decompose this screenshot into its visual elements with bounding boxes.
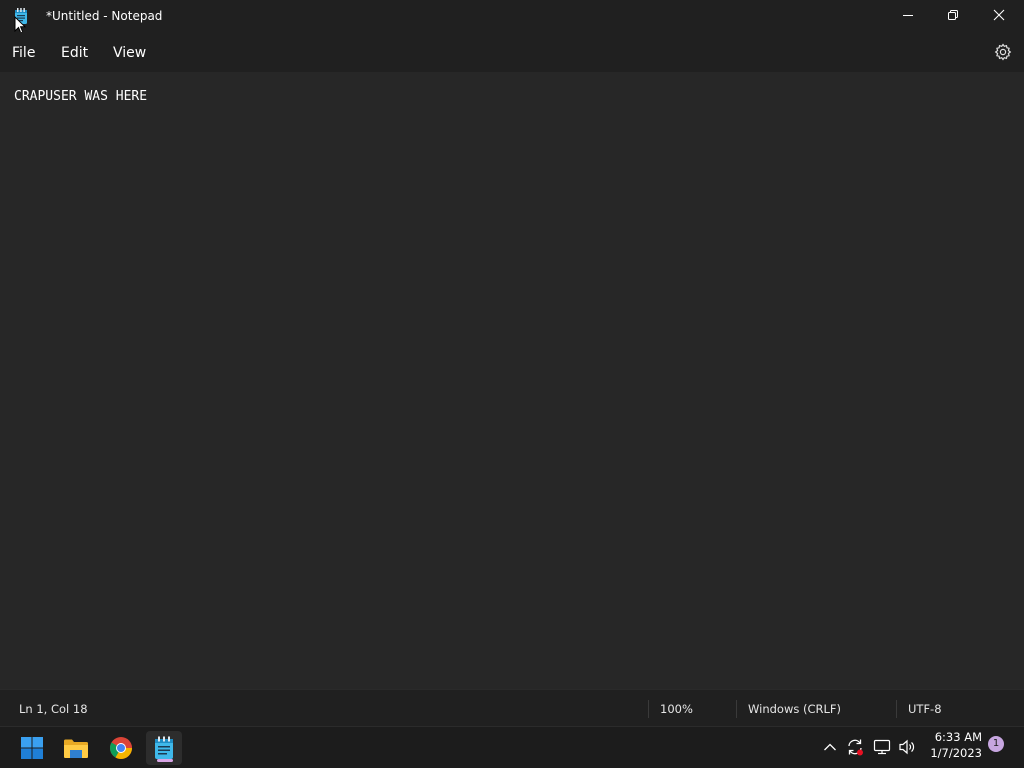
network-button[interactable] <box>872 737 892 757</box>
sync-icon <box>848 739 863 756</box>
volume-button[interactable] <box>897 737 917 757</box>
system-clock[interactable]: 6:33 AM 1/7/2023 <box>928 729 982 761</box>
status-divider <box>648 700 649 718</box>
windows-start-icon <box>21 737 43 759</box>
gear-icon[interactable] <box>993 42 1013 62</box>
chrome-button[interactable] <box>103 731 139 765</box>
sync-button[interactable] <box>845 737 865 757</box>
zoom-level: 100% <box>660 702 693 716</box>
menu-view[interactable]: View <box>113 44 146 62</box>
active-app-indicator <box>157 759 173 762</box>
editor-content[interactable]: CRAPUSER WAS HERE <box>14 89 147 105</box>
close-button[interactable] <box>976 0 1022 30</box>
chrome-icon <box>110 737 132 759</box>
cursor-position: Ln 1, Col 18 <box>19 702 88 716</box>
close-icon <box>993 9 1005 21</box>
volume-icon <box>899 739 915 755</box>
title-bar: *Untitled - Notepad <box>0 0 1024 32</box>
minimize-icon <box>903 15 913 16</box>
show-hidden-icons-button[interactable] <box>820 737 840 757</box>
notification-badge[interactable]: 1 <box>988 736 1004 752</box>
file-explorer-button[interactable] <box>58 731 94 765</box>
menu-bar: File Edit View <box>0 32 1024 72</box>
taskbar: 6:33 AM 1/7/2023 1 <box>0 726 1024 768</box>
restore-icon <box>948 10 958 20</box>
menu-edit[interactable]: Edit <box>61 44 88 62</box>
line-ending: Windows (CRLF) <box>748 702 842 716</box>
clock-date: 1/7/2023 <box>930 746 982 760</box>
restore-button[interactable] <box>930 0 976 30</box>
encoding: UTF-8 <box>908 702 942 716</box>
notepad-icon <box>155 736 173 759</box>
network-icon <box>873 739 891 755</box>
text-editor[interactable]: CRAPUSER WAS HERE <box>0 72 1024 689</box>
status-divider <box>896 700 897 718</box>
clock-time: 6:33 AM <box>934 730 982 744</box>
status-bar: Ln 1, Col 18 100% Windows (CRLF) UTF-8 <box>0 689 1024 726</box>
folder-icon <box>64 739 88 758</box>
status-divider <box>736 700 737 718</box>
start-button[interactable] <box>14 731 50 765</box>
minimize-button[interactable] <box>885 0 931 30</box>
menu-file[interactable]: File <box>12 44 35 62</box>
chevron-up-icon <box>824 743 836 751</box>
window-title: *Untitled - Notepad <box>46 9 163 23</box>
